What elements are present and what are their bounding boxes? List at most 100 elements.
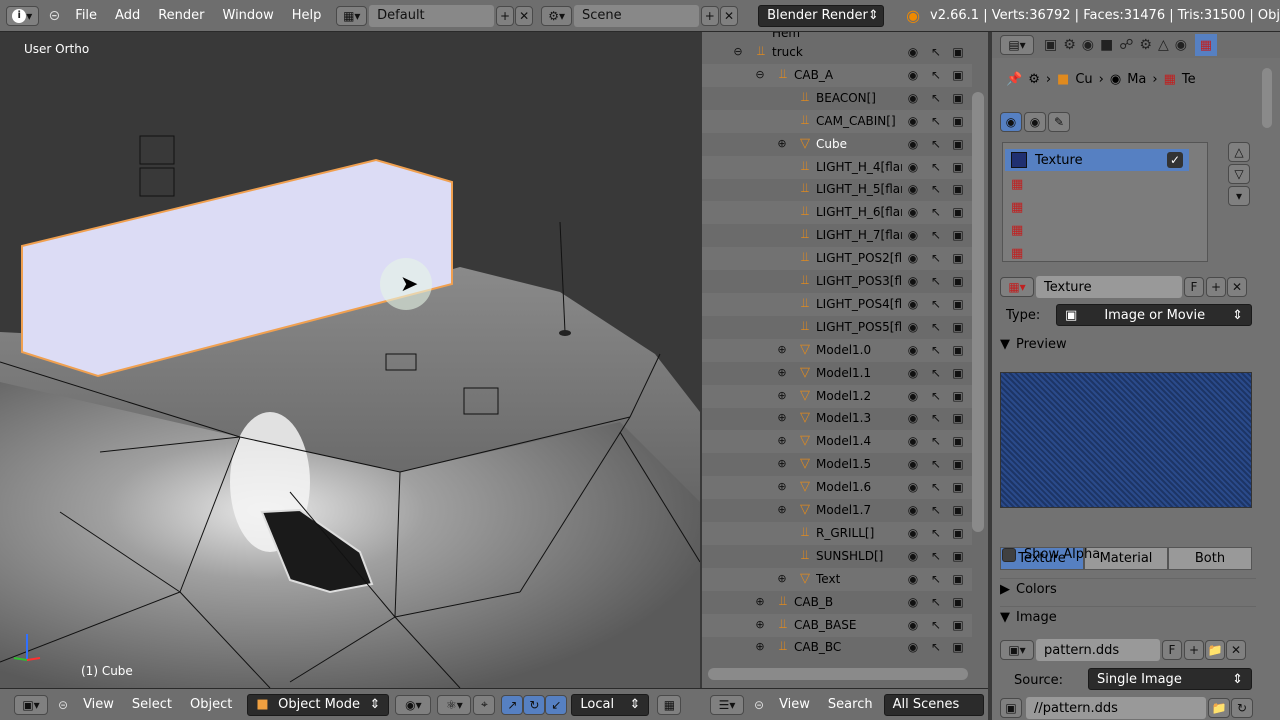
visibility-eye-icon[interactable]: ◉ [906, 411, 920, 425]
preview-both-tab[interactable]: Both [1168, 547, 1252, 570]
render-camera-icon[interactable]: ▣ [951, 320, 965, 334]
move-slot-up-button[interactable]: △ [1228, 142, 1250, 162]
outliner-row[interactable]: ⊕ ▽ Model1.0 ◉ ↖ ▣ [702, 338, 972, 362]
selectability-cursor-icon[interactable]: ↖ [929, 297, 943, 311]
slot-enabled-checkbox[interactable]: ✓ [1167, 152, 1183, 168]
expand-icon[interactable]: ⊕ [776, 390, 788, 402]
visibility-eye-icon[interactable]: ◉ [906, 618, 920, 632]
selectability-cursor-icon[interactable]: ↖ [929, 68, 943, 82]
render-camera-icon[interactable]: ▣ [951, 549, 965, 563]
selectability-cursor-icon[interactable]: ↖ [929, 411, 943, 425]
empty-slot-icon[interactable]: ▦ [1011, 200, 1023, 215]
outliner-row[interactable]: ⫫ LIGHT_POS3[fl ◉ ↖ ▣ [702, 270, 972, 293]
remove-scene-button[interactable]: ✕ [719, 5, 739, 26]
render-camera-icon[interactable]: ▣ [951, 160, 965, 174]
selectability-cursor-icon[interactable]: ↖ [929, 389, 943, 403]
selectability-cursor-icon[interactable]: ↖ [929, 91, 943, 105]
outliner-scrollbar[interactable] [972, 92, 984, 532]
move-slot-down-button[interactable]: ▽ [1228, 164, 1250, 184]
selectability-cursor-icon[interactable]: ↖ [929, 251, 943, 265]
selectability-cursor-icon[interactable]: ↖ [929, 640, 943, 654]
visibility-eye-icon[interactable]: ◉ [906, 434, 920, 448]
selectability-cursor-icon[interactable]: ↖ [929, 549, 943, 563]
outliner-row[interactable]: ⊖ ⫫ CAB_A ◉ ↖ ▣ [702, 63, 972, 87]
display-mode-dropdown[interactable]: All Scenes [883, 693, 984, 716]
unlink-image-button[interactable]: ✕ [1226, 640, 1246, 660]
expand-icon[interactable]: ⊕ [754, 641, 766, 653]
collapse-menu-icon[interactable]: ⊝ [49, 8, 61, 24]
selectability-cursor-icon[interactable]: ↖ [929, 457, 943, 471]
unlink-texture-button[interactable]: ✕ [1227, 277, 1247, 297]
texture-browse-button[interactable]: ▦▾ [1000, 277, 1034, 297]
properties-scrollbar[interactable] [1262, 68, 1272, 128]
visibility-eye-icon[interactable]: ◉ [906, 160, 920, 174]
visibility-eye-icon[interactable]: ◉ [906, 45, 920, 59]
render-engine-dropdown[interactable]: Blender Render ⇕ [758, 4, 885, 27]
render-camera-icon[interactable]: ▣ [951, 274, 965, 288]
render-camera-icon[interactable]: ▣ [951, 68, 965, 82]
selectability-cursor-icon[interactable]: ↖ [929, 182, 943, 196]
visibility-eye-icon[interactable]: ◉ [906, 366, 920, 380]
collapse-menu-icon[interactable]: ⊝ [754, 698, 764, 712]
visibility-eye-icon[interactable]: ◉ [906, 595, 920, 609]
menu-render[interactable]: Render [158, 8, 204, 23]
empty-slot-icon[interactable]: ▦ [1011, 246, 1023, 261]
selectability-cursor-icon[interactable]: ↖ [929, 526, 943, 540]
outliner-row[interactable]: ⫫ CAM_CABIN[] ◉ ↖ ▣ [702, 109, 972, 133]
remove-screen-button[interactable]: ✕ [515, 5, 534, 26]
visibility-eye-icon[interactable]: ◉ [906, 526, 920, 540]
visibility-eye-icon[interactable]: ◉ [906, 137, 920, 151]
info-editor-type-button[interactable]: i ▾ [6, 5, 39, 26]
slot-specials-button[interactable]: ▾ [1228, 186, 1250, 206]
render-camera-icon[interactable]: ▣ [951, 411, 965, 425]
visibility-eye-icon[interactable]: ◉ [906, 549, 920, 563]
selectability-cursor-icon[interactable]: ↖ [929, 45, 943, 59]
outliner-row[interactable]: ⊕ ▽ Text ◉ ↖ ▣ [702, 567, 972, 591]
selectability-cursor-icon[interactable]: ↖ [929, 595, 943, 609]
visibility-eye-icon[interactable]: ◉ [906, 251, 920, 265]
layer-grid-icon[interactable]: ▦ [657, 694, 682, 715]
visibility-eye-icon[interactable]: ◉ [906, 68, 920, 82]
outliner-row[interactable]: ⊕ ⫫ CAB_B ◉ ↖ ▣ [702, 591, 972, 614]
visibility-eye-icon[interactable]: ◉ [906, 457, 920, 471]
selectability-cursor-icon[interactable]: ↖ [929, 366, 943, 380]
outliner-row[interactable]: ⊕ ▽ Model1.6 ◉ ↖ ▣ [702, 476, 972, 500]
render-camera-icon[interactable]: ▣ [951, 91, 965, 105]
render-camera-icon[interactable]: ▣ [951, 343, 965, 357]
menu-add[interactable]: Add [115, 8, 140, 23]
outliner-row[interactable]: ⊕ ▽ Model1.2 ◉ ↖ ▣ [702, 384, 972, 408]
outliner-row[interactable]: ⫫ LIGHT_H_5[flar ◉ ↖ ▣ [702, 178, 972, 201]
empty-slot-icon[interactable]: ▦ [1011, 177, 1023, 192]
outliner-row[interactable]: ⫫ LIGHT_H_4[flar ◉ ↖ ▣ [702, 155, 972, 179]
render-camera-icon[interactable]: ▣ [951, 618, 965, 632]
open-image-folder-icon[interactable]: 📁 [1205, 640, 1225, 660]
selectability-cursor-icon[interactable]: ↖ [929, 160, 943, 174]
menu-object[interactable]: Object [190, 697, 232, 712]
reload-icon[interactable]: ↻ [1231, 698, 1253, 718]
screen-layout-icon[interactable]: ▦▾ [336, 5, 368, 26]
menu-window[interactable]: Window [223, 8, 274, 23]
selectability-cursor-icon[interactable]: ↖ [929, 618, 943, 632]
outliner-row[interactable]: ⊖ ⫫ truck ◉ ↖ ▣ [702, 41, 972, 64]
texture-tab-icon[interactable]: ▦ [1194, 34, 1217, 56]
render-camera-icon[interactable]: ▣ [951, 137, 965, 151]
outliner-row[interactable]: ⊕ ⫫ CAB_BASE ◉ ↖ ▣ [702, 613, 972, 637]
context-tab-icons[interactable]: ▣⚙◉■☍⚙△◉ [1044, 37, 1193, 53]
render-camera-icon[interactable]: ▣ [951, 640, 965, 654]
expand-icon[interactable]: ⊕ [776, 458, 788, 470]
expand-icon[interactable]: ⊕ [776, 573, 788, 585]
texture-slot-list[interactable]: Texture ✓ ▦ ▦ ▦ ▦ [1002, 142, 1208, 262]
visibility-eye-icon[interactable]: ◉ [906, 640, 920, 654]
render-camera-icon[interactable]: ▣ [951, 45, 965, 59]
pack-icon[interactable]: ▣ [1000, 698, 1022, 718]
pivot-point-button[interactable]: ⚛▾ [437, 694, 472, 715]
expand-icon[interactable]: ⊕ [776, 367, 788, 379]
image-name-field[interactable]: pattern.dds [1036, 639, 1160, 661]
outliner-editor-type-button[interactable]: ☰▾ [710, 694, 744, 715]
outliner-row[interactable]: ⊕ ▽ Model1.1 ◉ ↖ ▣ [702, 362, 972, 385]
outliner-row[interactable]: ⫫ LIGHT_POS4[fl ◉ ↖ ▣ [702, 292, 972, 316]
outliner-row[interactable]: ⫫ BEACON[] ◉ ↖ ▣ [702, 87, 972, 110]
menu-outliner-search[interactable]: Search [828, 697, 873, 712]
visibility-eye-icon[interactable]: ◉ [906, 480, 920, 494]
outliner-row[interactable]: ⫫ LIGHT_H_6[flar ◉ ↖ ▣ [702, 201, 972, 225]
